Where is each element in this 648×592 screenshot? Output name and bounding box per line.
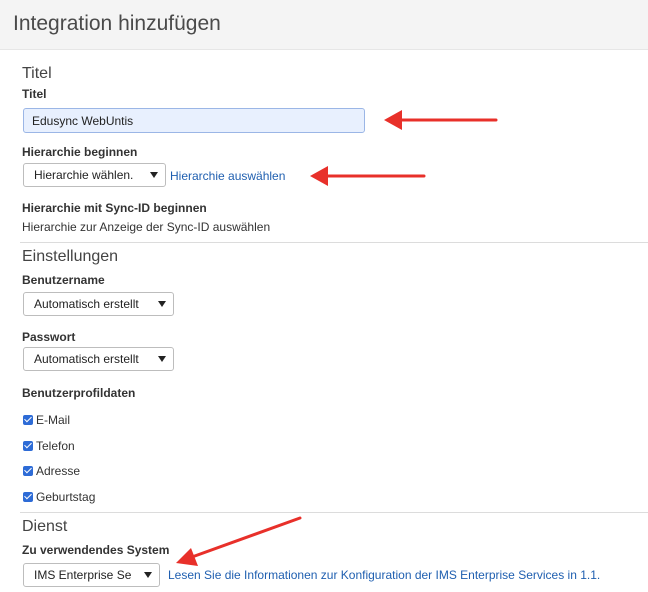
ims-info-link[interactable]: Lesen Sie die Informationen zur Konfigur…	[168, 568, 600, 582]
titel-input[interactable]	[23, 108, 365, 133]
username-select-value: Automatisch erstellt	[34, 297, 139, 311]
hierarchy-label: Hierarchie beginnen	[22, 145, 138, 159]
section-heading-settings: Einstellungen	[22, 248, 119, 265]
password-select[interactable]: Automatisch erstellt	[23, 347, 174, 371]
checkbox-checked-icon[interactable]	[23, 492, 33, 502]
checkbox-birthday[interactable]: Geburtstag	[23, 489, 95, 505]
checkbox-address[interactable]: Adresse	[23, 463, 80, 479]
form-content: Titel Titel Hierarchie beginnen Hierarch…	[10, 50, 648, 592]
checkbox-label: Telefon	[36, 439, 75, 453]
checkbox-checked-icon[interactable]	[23, 466, 33, 476]
checkbox-email[interactable]: E-Mail	[23, 412, 70, 428]
chevron-down-icon	[150, 172, 158, 178]
username-label: Benutzername	[22, 273, 105, 287]
section-heading-titel: Titel	[22, 65, 52, 82]
hierarchy-select-value: Hierarchie wählen.	[34, 168, 134, 182]
password-label: Passwort	[22, 330, 76, 344]
checkbox-checked-icon[interactable]	[23, 441, 33, 451]
page-title: Integration hinzufügen	[13, 12, 221, 35]
password-select-value: Automatisch erstellt	[34, 352, 139, 366]
checkbox-checked-icon[interactable]	[23, 415, 33, 425]
sync-hierarchy-label: Hierarchie mit Sync-ID beginnen	[22, 201, 207, 215]
checkbox-label: Geburtstag	[36, 490, 96, 504]
select-hierarchy-link[interactable]: Hierarchie auswählen	[170, 169, 285, 183]
chevron-down-icon	[144, 572, 152, 578]
username-select[interactable]: Automatisch erstellt	[23, 292, 174, 316]
section-divider	[20, 242, 648, 243]
system-select-value: IMS Enterprise Se	[34, 568, 132, 582]
hierarchy-select[interactable]: Hierarchie wählen.	[23, 163, 166, 187]
checkbox-label: E-Mail	[36, 413, 71, 427]
page-header: Integration hinzufügen	[0, 0, 648, 50]
titel-label: Titel	[22, 87, 47, 101]
section-heading-service: Dienst	[22, 518, 68, 535]
system-select[interactable]: IMS Enterprise Se	[23, 563, 160, 587]
chevron-down-icon	[158, 356, 166, 362]
sync-hierarchy-text: Hierarchie zur Anzeige der Sync-ID auswä…	[22, 220, 271, 234]
profile-data-label: Benutzerprofildaten	[22, 386, 136, 400]
checkbox-label: Adresse	[36, 464, 81, 478]
chevron-down-icon	[158, 301, 166, 307]
checkbox-phone[interactable]: Telefon	[23, 438, 75, 454]
system-label: Zu verwendendes System	[22, 543, 170, 557]
section-divider	[20, 512, 648, 513]
